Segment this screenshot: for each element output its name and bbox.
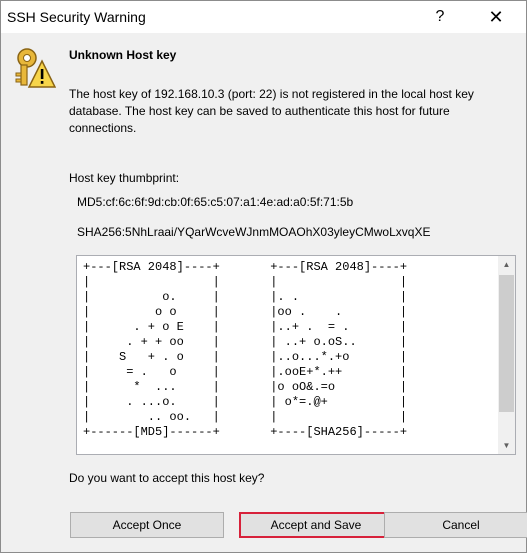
title-bar: SSH Security Warning ? ✕: [1, 1, 526, 33]
thumbprint-label: Host key thumbprint:: [69, 171, 180, 185]
dialog-heading: Unknown Host key: [69, 48, 177, 62]
md5-fingerprint: MD5:cf:6c:6f:9d:cb:0f:65:c5:07:a1:4e:ad:…: [77, 195, 354, 209]
accept-question: Do you want to accept this host key?: [69, 471, 265, 485]
accept-and-save-button[interactable]: Accept and Save: [239, 512, 393, 538]
randomart-textbox[interactable]: +---[RSA 2048]----+ +---[RSA 2048]----+ …: [76, 255, 516, 455]
scrollbar-thumb[interactable]: [499, 275, 514, 412]
warning-message: The host key of 192.168.10.3 (port: 22) …: [69, 87, 474, 135]
sha256-fingerprint: SHA256:5NhLraai/YQarWcveWJnmMOAOhX03yley…: [77, 225, 431, 239]
accept-once-button[interactable]: Accept Once: [70, 512, 224, 538]
window-title: SSH Security Warning: [7, 9, 146, 25]
scroll-down-arrow-icon[interactable]: ▼: [498, 437, 515, 454]
ssh-warning-dialog: SSH Security Warning ? ✕ Unknown Host ke…: [0, 0, 527, 553]
randomart-text: +---[RSA 2048]----+ +---[RSA 2048]----+ …: [83, 260, 408, 439]
close-button[interactable]: ✕: [481, 7, 511, 27]
scroll-up-arrow-icon[interactable]: ▲: [498, 256, 515, 273]
help-button[interactable]: ?: [425, 7, 455, 27]
key-warning-icon: [15, 48, 56, 88]
vertical-scrollbar[interactable]: ▲ ▼: [498, 256, 515, 454]
cancel-button[interactable]: Cancel: [384, 512, 527, 538]
